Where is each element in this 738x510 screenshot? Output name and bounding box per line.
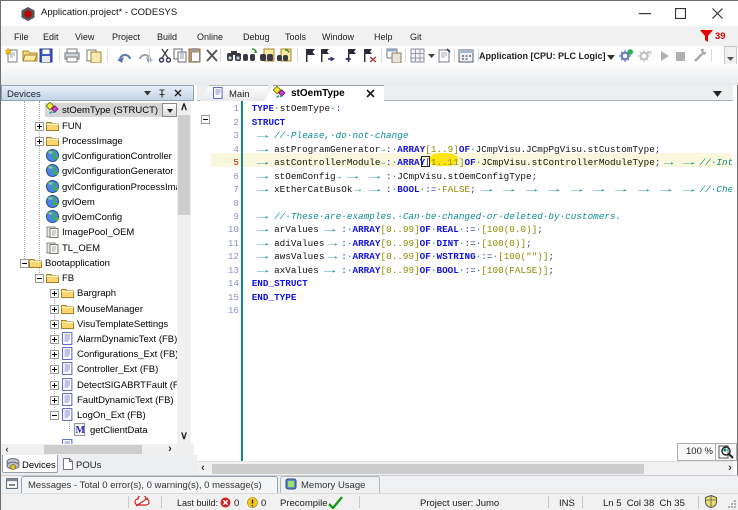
svg-text:M: M xyxy=(76,425,86,436)
